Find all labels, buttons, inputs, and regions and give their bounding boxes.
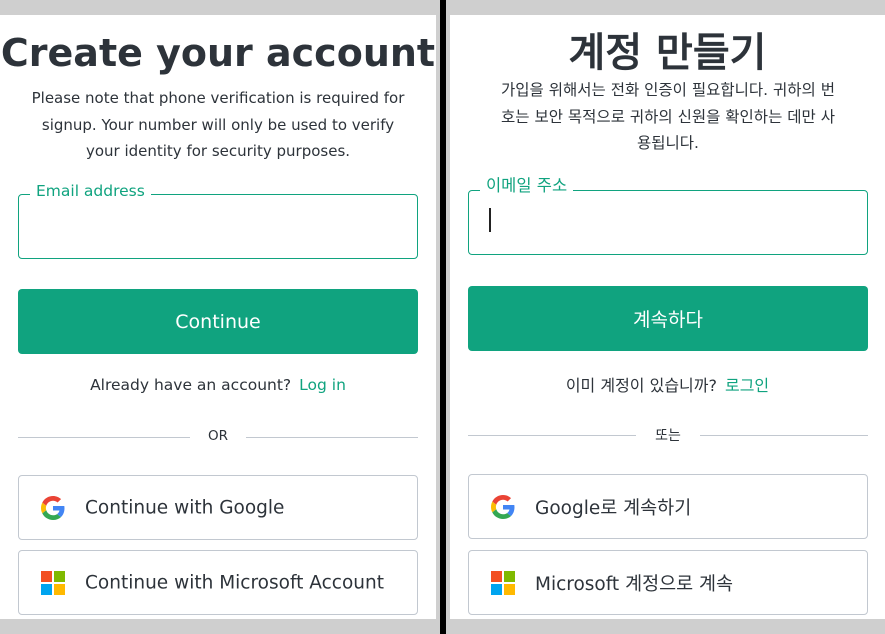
description-line: your identity for security purposes.: [85, 142, 351, 160]
description-line: 호는 보안 목적으로 귀하의 신원을 확인하는 데만 사: [501, 107, 835, 126]
description-line: signup. Your number will only be used to…: [41, 115, 395, 134]
or-divider-line-left: [18, 437, 190, 438]
login-prompt: Already have an account?: [90, 376, 292, 394]
or-divider-text: OR: [207, 428, 228, 444]
or-divider-text: 또는: [655, 428, 681, 444]
email-input[interactable]: [481, 201, 855, 244]
or-divider-line-right: [700, 435, 868, 436]
signup-panel-korean: 계정 만들기 가입을 위해서는 전화 인증이 필요합니다. 귀하의 번 호는 보…: [450, 15, 885, 619]
email-field[interactable]: [468, 190, 868, 255]
or-divider-line-right: [246, 437, 418, 438]
continue-with-microsoft-button[interactable]: Continue with Microsoft Account: [18, 550, 418, 615]
login-row: 이미 계정이 있습니까? 로그인: [450, 372, 885, 396]
continue-button[interactable]: 계속하다: [468, 286, 868, 351]
email-field-label: 이메일 주소: [480, 177, 574, 195]
microsoft-logo-icon: [41, 570, 65, 595]
description-line: 용됩니다.: [637, 134, 699, 152]
or-divider-line-left: [468, 435, 636, 436]
login-link[interactable]: Log in: [299, 376, 346, 394]
continue-with-google-button[interactable]: Continue with Google: [18, 475, 418, 540]
text-cursor: [489, 208, 491, 232]
microsoft-button-label: Continue with Microsoft Account: [85, 572, 384, 593]
google-g-icon: [41, 495, 65, 520]
page-description: Please note that phone verification is r…: [14, 85, 422, 165]
login-link[interactable]: 로그인: [725, 376, 769, 395]
email-field[interactable]: [18, 194, 418, 259]
page-description: 가입을 위해서는 전화 인증이 필요합니다. 귀하의 번 호는 보안 목적으로 …: [464, 77, 872, 157]
continue-button[interactable]: Continue: [18, 289, 418, 354]
microsoft-button-label: Microsoft 계정으로 계속: [535, 573, 734, 595]
google-button-label: Google로 계속하기: [535, 497, 692, 519]
login-prompt: 이미 계정이 있습니까?: [565, 376, 717, 395]
email-input[interactable]: [31, 205, 405, 248]
continue-with-google-button[interactable]: Google로 계속하기: [468, 474, 868, 539]
email-field-label: Email address: [30, 182, 151, 200]
google-button-label: Continue with Google: [85, 497, 285, 518]
continue-with-microsoft-button[interactable]: Microsoft 계정으로 계속: [468, 550, 868, 615]
page-title: 계정 만들기: [568, 30, 767, 76]
panel-separator: [440, 0, 446, 634]
signup-panel-english: Create your account Please note that pho…: [0, 15, 436, 619]
description-line: 가입을 위해서는 전화 인증이 필요합니다. 귀하의 번: [501, 81, 835, 99]
google-g-icon: [491, 494, 515, 519]
microsoft-logo-icon: [491, 570, 515, 595]
login-row: Already have an account? Log in: [0, 376, 436, 394]
page-title: Create your account: [0, 31, 436, 75]
description-line: Please note that phone verification is r…: [31, 89, 405, 107]
